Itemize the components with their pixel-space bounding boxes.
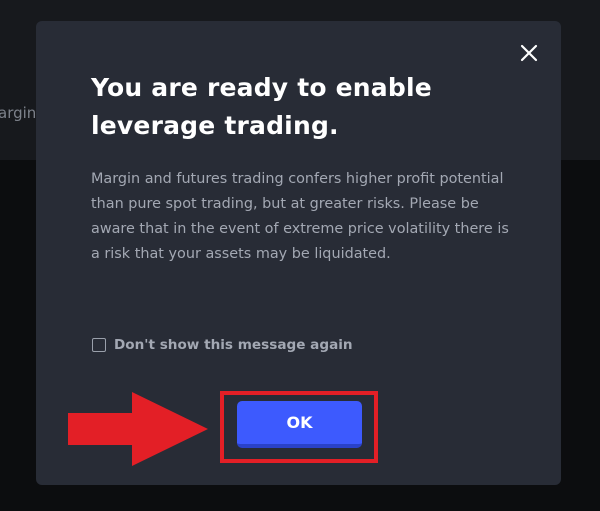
background-partial-text: argin [0,104,37,122]
dont-show-again-label[interactable]: Don't show this message again [114,337,353,353]
dont-show-again-checkbox-row[interactable]: Don't show this message again [92,335,353,355]
page: argin You are ready to enable leverage t… [0,0,600,511]
dont-show-again-checkbox[interactable] [92,338,106,352]
modal-title: You are ready to enable leverage trading… [91,73,432,140]
close-icon[interactable] [519,43,539,63]
modal-body-text: Margin and futures trading confers highe… [91,171,509,262]
ok-button[interactable]: OK [237,401,362,448]
leverage-modal: You are ready to enable leverage trading… [36,21,561,485]
